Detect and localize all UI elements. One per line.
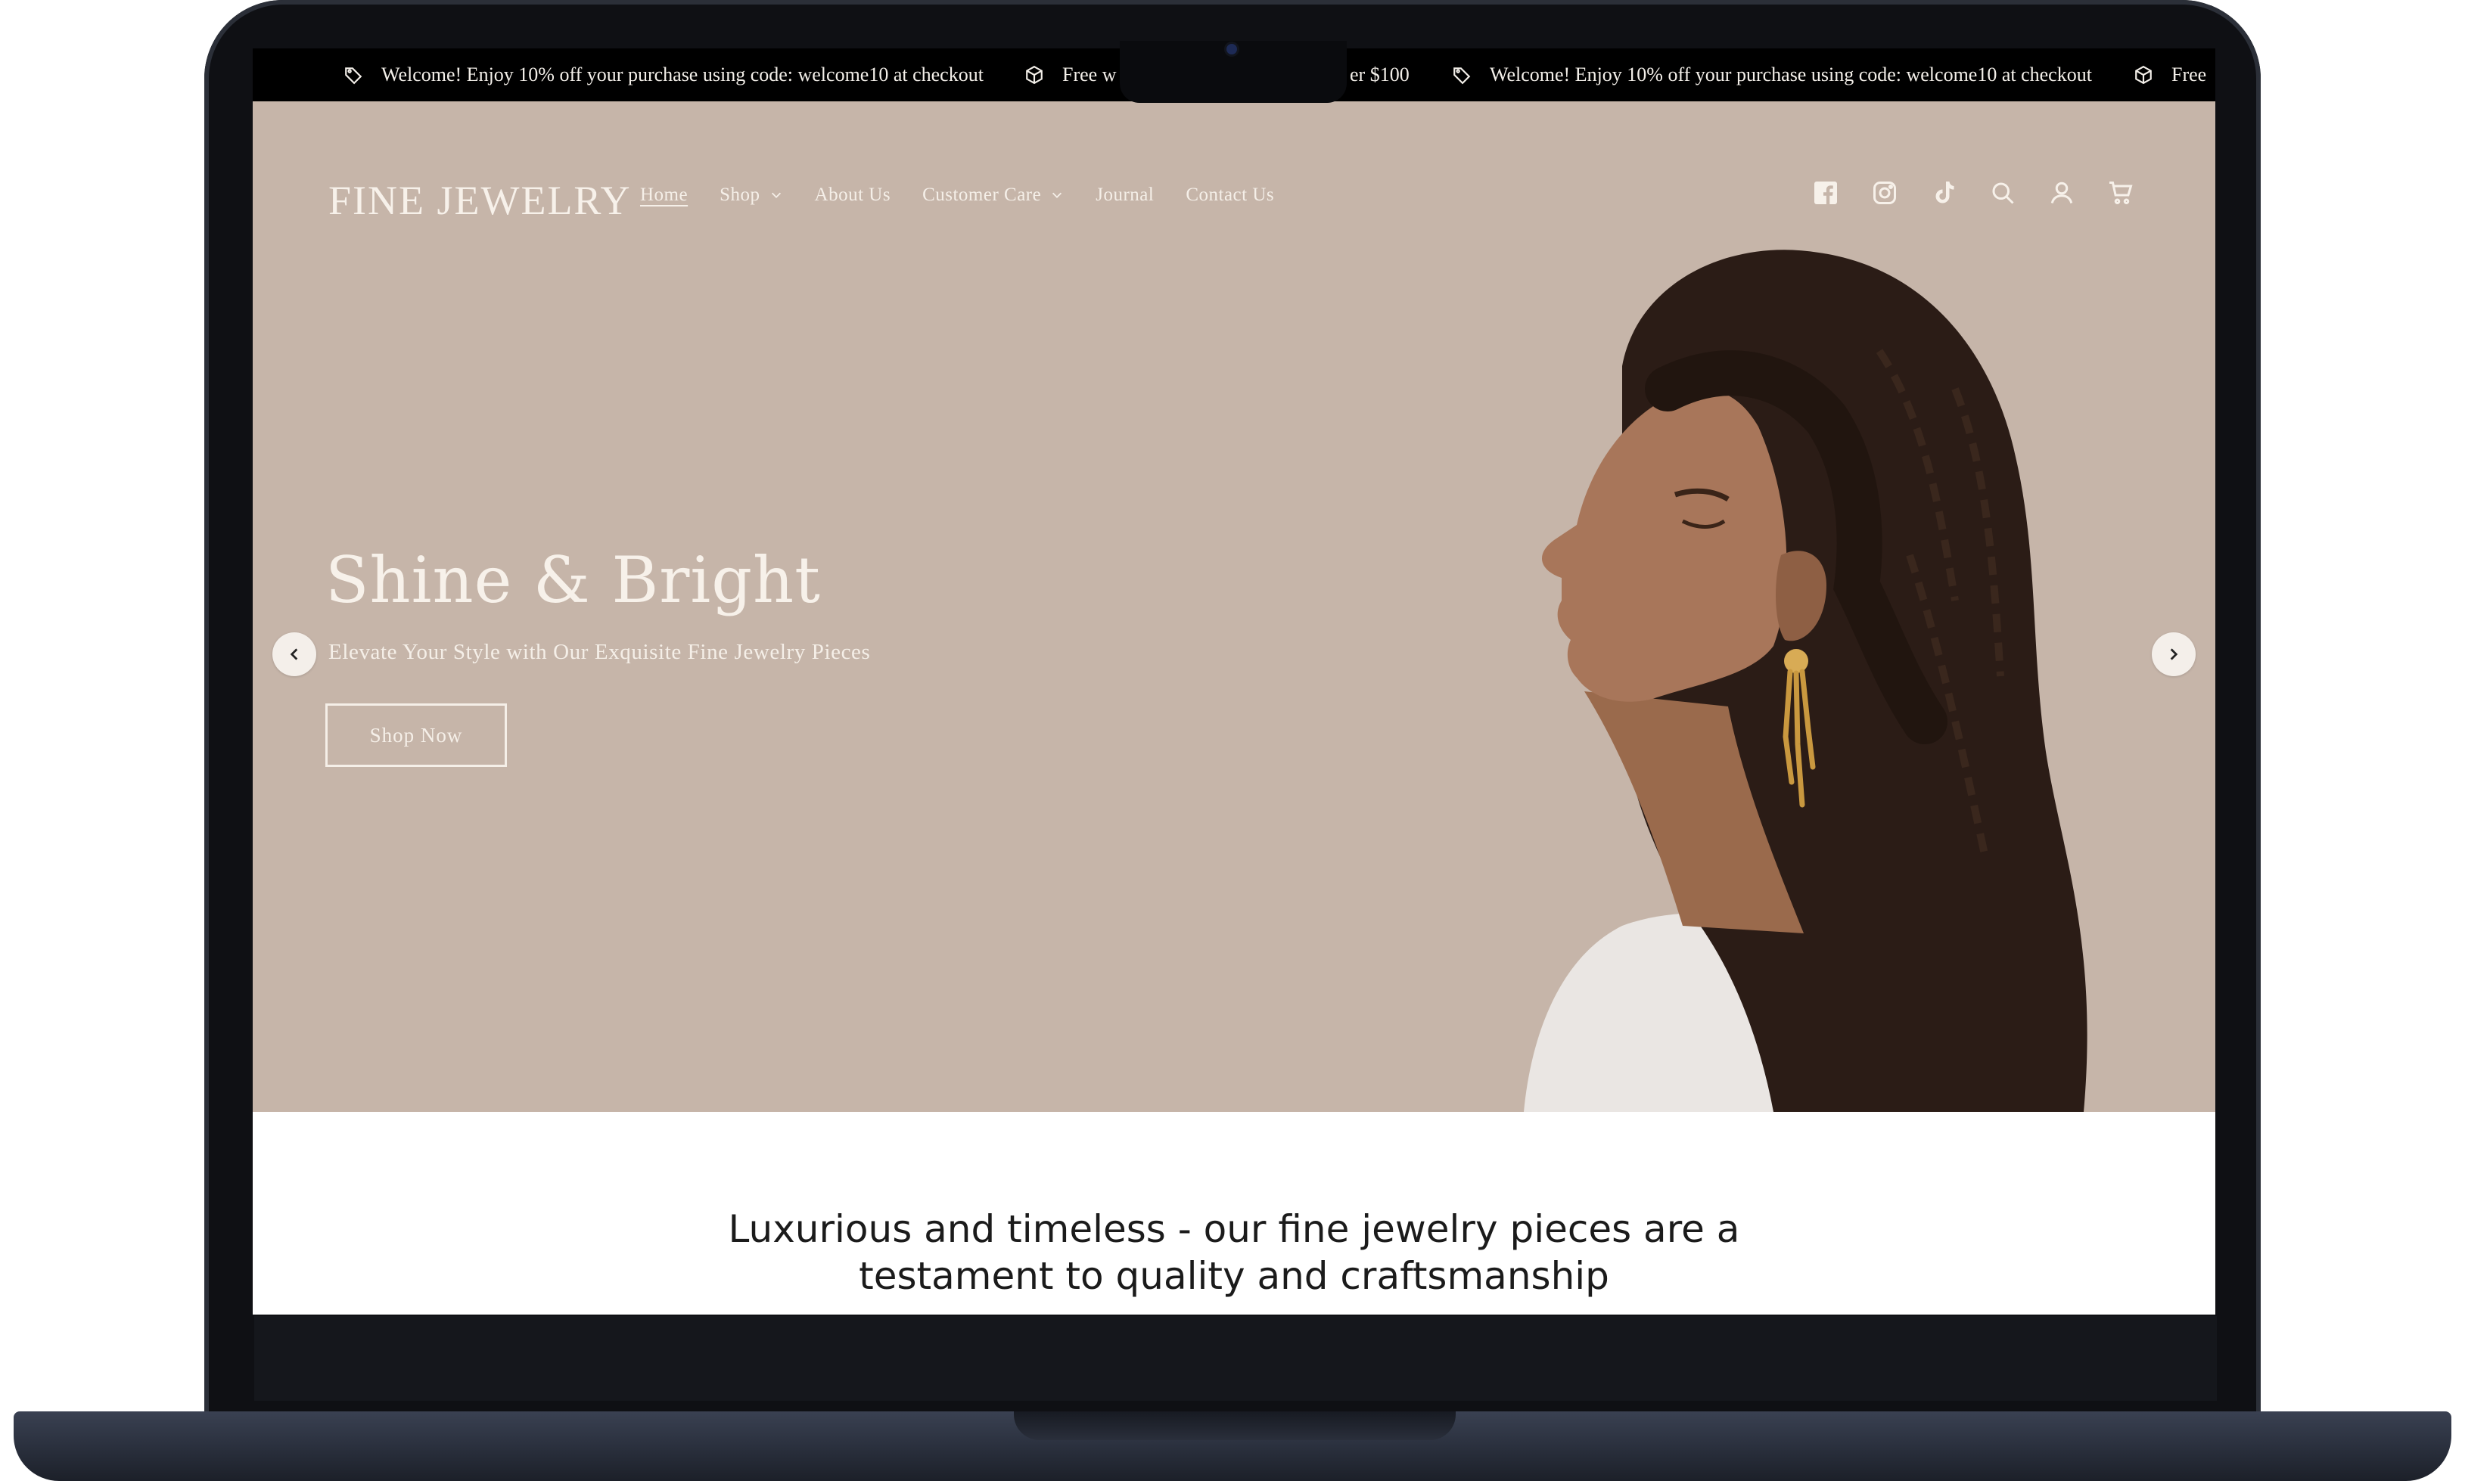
tiktok-icon[interactable] [1929,179,1958,207]
nav-label: Home [640,185,689,205]
hero-section: FINE JEWELRY Home Shop About Us Customer… [253,101,2215,1112]
tag-icon [345,67,362,85]
shop-now-button[interactable]: Shop Now [325,703,507,767]
announcement-text: Free [2171,64,2207,85]
box-icon [1026,65,1043,85]
hero-model-image [1524,250,2087,1112]
intro-line: Luxurious and timeless - our fine jewelr… [728,1207,1740,1251]
cart-icon[interactable] [2106,179,2135,207]
announcement-text: Welcome! Enjoy 10% off your purchase usi… [381,64,984,85]
nav-label: Journal [1096,185,1155,205]
announcement-item[interactable]: er $100 [1350,48,1410,101]
announcement-item[interactable]: Free w [1024,48,1116,101]
nav-label: Customer Care [922,185,1042,205]
announcement-text: Free w [1062,64,1117,85]
nav-label: About Us [814,185,891,205]
hero-title: Shine & Bright [325,543,821,617]
nav-shop[interactable]: Shop [720,185,782,206]
nav-home[interactable]: Home [640,185,688,206]
nav-label: Contact Us [1186,185,1275,205]
intro-statement: Luxurious and timeless - our fine jewelr… [253,1206,2215,1299]
announcement-text: Welcome! Enjoy 10% off your purchase usi… [1490,64,2092,85]
nav-journal[interactable]: Journal [1096,185,1154,206]
main-nav: Home Shop About Us Customer Care Journal… [640,185,1306,206]
chevron-right-icon [2170,648,2178,660]
hero-subtitle: Elevate Your Style with Our Exquisite Fi… [328,640,871,664]
box-icon [2135,65,2152,85]
chevron-down-icon [771,192,781,198]
announcement-item[interactable]: Welcome! Enjoy 10% off your purchase usi… [1452,48,2092,101]
announcement-item[interactable]: Welcome! Enjoy 10% off your purchase usi… [343,48,984,101]
browser-viewport: Welcome! Enjoy 10% off your purchase usi… [253,48,2215,1315]
search-icon[interactable] [1988,179,2017,207]
nav-contact-us[interactable]: Contact Us [1186,185,1274,206]
account-icon[interactable] [2047,179,2076,207]
carousel-next-button[interactable] [2152,632,2196,676]
carousel-prev-button[interactable] [272,632,316,676]
chevron-left-icon [290,648,298,660]
nav-about-us[interactable]: About Us [815,185,891,206]
tag-icon [1453,67,1471,85]
announcement-text: er $100 [1350,64,1410,85]
nav-label: Shop [720,185,760,205]
laptop-hinge-groove [1014,1411,1456,1440]
header-actions [1811,179,2165,207]
camera-icon [1226,44,1237,54]
facebook-icon[interactable] [1811,179,1840,207]
site-logo[interactable]: FINE JEWELRY [328,177,631,224]
laptop-chin [254,1316,2217,1401]
chevron-down-icon [1052,192,1062,198]
nav-customer-care[interactable]: Customer Care [922,185,1064,206]
announcement-item[interactable]: Free [2134,48,2206,101]
intro-line: testament to quality and craftsmanship [859,1254,1609,1298]
instagram-icon[interactable] [1870,179,1899,207]
